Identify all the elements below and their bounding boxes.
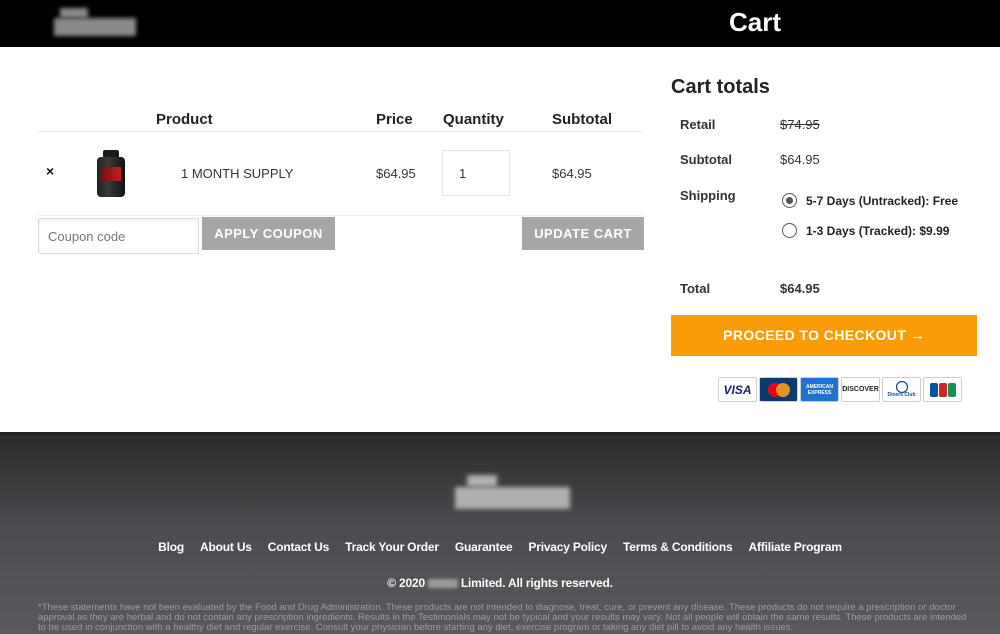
coupon-code-input[interactable] (38, 218, 199, 254)
diners-club-icon: Diners Club (882, 377, 921, 402)
copyright: © 2020 Limited. All rights reserved. (0, 576, 1000, 590)
shipping-option-label: 1-3 Days (Tracked): $9.99 (806, 223, 950, 238)
footer-link-terms[interactable]: Terms & Conditions (615, 540, 741, 554)
site-footer: Blog About Us Contact Us Track Your Orde… (0, 432, 1000, 634)
blurred-company-name (427, 579, 458, 589)
amex-icon: AMERICAN EXPRESS (800, 377, 839, 402)
payment-methods: VISA AMERICAN EXPRESS DISCOVER Diners Cl… (718, 377, 962, 402)
footer-link-track-order[interactable]: Track Your Order (337, 540, 447, 554)
retail-label: Retail (680, 117, 716, 132)
footer-link-guarantee[interactable]: Guarantee (447, 540, 521, 554)
remove-item-button[interactable]: × (46, 163, 54, 179)
shipping-option-untracked[interactable]: 5-7 Days (Untracked): Free (782, 193, 958, 208)
product-thumbnail[interactable] (97, 150, 125, 198)
shipping-option-tracked[interactable]: 1-3 Days (Tracked): $9.99 (782, 223, 949, 238)
footer-link-privacy-policy[interactable]: Privacy Policy (520, 540, 615, 554)
shipping-label: Shipping (680, 188, 736, 203)
mastercard-icon (759, 377, 798, 402)
subtotal-label: Subtotal (680, 152, 732, 167)
retail-value: $74.95 (780, 117, 820, 132)
radio-selected-icon[interactable] (782, 193, 797, 208)
total-value: $64.95 (780, 281, 820, 296)
visa-icon: VISA (718, 377, 757, 402)
row-divider (38, 215, 642, 216)
footer-nav: Blog About Us Contact Us Track Your Orde… (0, 540, 1000, 554)
footer-link-affiliate[interactable]: Affiliate Program (741, 540, 850, 554)
proceed-to-checkout-button[interactable]: PROCEED TO CHECKOUT → (671, 315, 977, 356)
footer-logo (455, 475, 570, 511)
col-header-quantity: Quantity (443, 111, 504, 128)
quantity-input[interactable] (442, 150, 510, 196)
product-subtotal: $64.95 (552, 166, 592, 181)
col-header-product: Product (156, 111, 213, 128)
total-label: Total (680, 281, 711, 296)
discover-icon: DISCOVER (841, 377, 880, 402)
fda-disclaimer: *These statements have not been evaluate… (38, 602, 967, 633)
col-header-price: Price (376, 111, 413, 128)
jcb-icon (923, 377, 962, 402)
footer-link-contact-us[interactable]: Contact Us (260, 540, 337, 554)
site-logo[interactable] (50, 4, 140, 40)
apply-coupon-button[interactable]: APPLY COUPON (202, 217, 335, 250)
subtotal-value: $64.95 (780, 152, 820, 167)
footer-link-about-us[interactable]: About Us (192, 540, 260, 554)
cart-totals-title: Cart totals (671, 76, 770, 98)
copyright-suffix: Limited. All rights reserved. (460, 576, 613, 590)
site-header: Cart (0, 0, 1000, 47)
shipping-option-label: 5-7 Days (Untracked): Free (806, 193, 959, 208)
radio-unselected-icon[interactable] (782, 223, 797, 238)
col-header-subtotal: Subtotal (552, 111, 612, 128)
footer-link-blog[interactable]: Blog (150, 540, 192, 554)
update-cart-button[interactable]: UPDATE CART (522, 217, 644, 250)
copyright-prefix: © 2020 (387, 576, 425, 590)
table-header-divider (38, 131, 642, 132)
product-price: $64.95 (376, 166, 416, 181)
page-title: Cart (728, 7, 781, 37)
diners-club-label: Diners Club (887, 392, 916, 398)
product-name-link[interactable]: 1 MONTH SUPPLY (181, 166, 293, 181)
